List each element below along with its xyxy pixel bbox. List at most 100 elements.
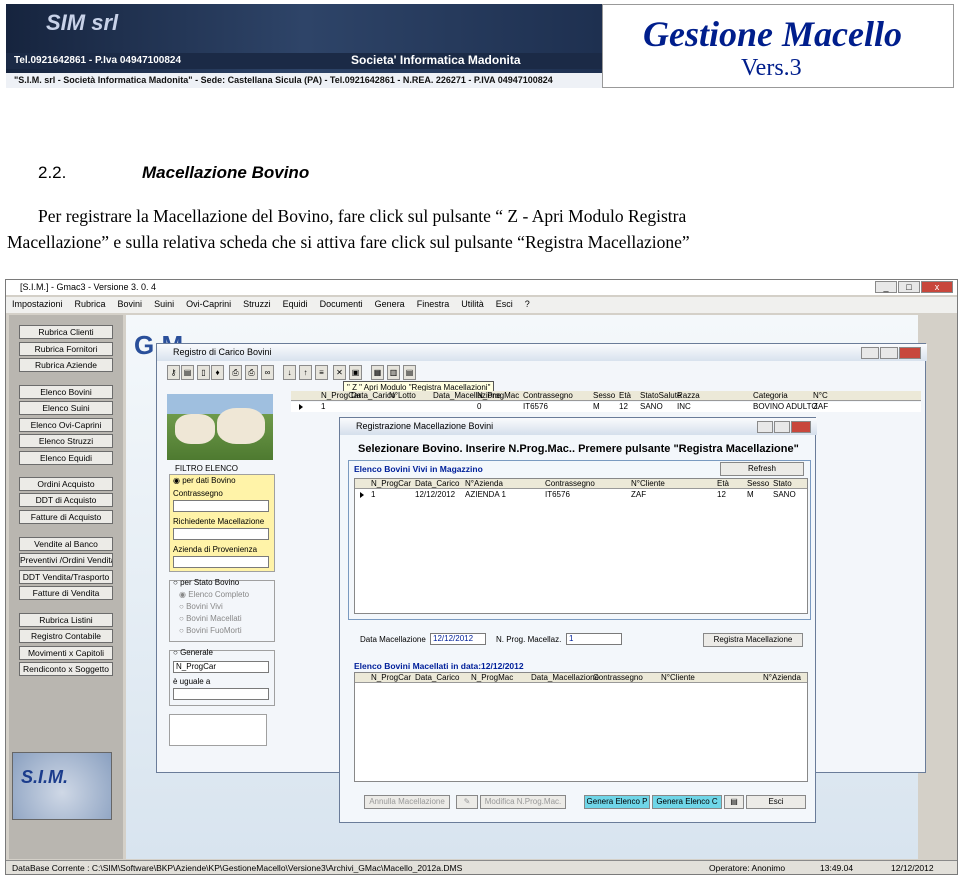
close-button[interactable]: x (921, 281, 953, 293)
column-header[interactable]: N°Cliente (631, 479, 665, 488)
sidebar-button[interactable]: Rubrica Listini (19, 613, 113, 627)
column-header[interactable]: Età (717, 479, 729, 488)
contrassegno-select[interactable] (173, 500, 269, 512)
menu-item[interactable]: Bovini (118, 299, 143, 311)
key-icon[interactable]: ⚷ (167, 365, 180, 380)
edit-icon[interactable]: ✎ (456, 795, 478, 809)
vivi-row[interactable]: 1 12/12/2012 AZIENDA 1 IT6576 ZAF 12 M SANO (355, 490, 807, 500)
richiedente-select[interactable] (173, 528, 269, 540)
generale-radio[interactable]: ○ Generale (173, 648, 213, 657)
column-header[interactable]: N°C (813, 391, 828, 400)
registro-close-button[interactable] (899, 347, 921, 359)
uguale-input[interactable] (173, 688, 269, 700)
sidebar-button[interactable]: Rubrica Aziende (19, 358, 113, 372)
refresh-button[interactable]: Refresh (720, 462, 804, 476)
column-header[interactable]: Età (619, 391, 631, 400)
filter-by-stato-radio[interactable]: ○ per Stato Bovino (173, 578, 239, 587)
column-header[interactable]: N_ProgCar (371, 479, 411, 488)
azienda-select[interactable] (173, 556, 269, 568)
column-header[interactable]: Data_Macellazione (531, 673, 599, 682)
filter-by-data-radio[interactable]: ◉ per dati Bovino (173, 476, 236, 485)
menu-item[interactable]: Equidi (283, 299, 308, 311)
table-icon[interactable]: ▤ (403, 365, 416, 380)
list-icon[interactable]: ≡ (315, 365, 328, 380)
stato-option[interactable]: ○ Bovini FuoMorti (179, 626, 242, 635)
sidebar-button[interactable]: Ordini Acquisto (19, 477, 113, 491)
genera-elenco-c-button[interactable]: Genera Elenco C (652, 795, 722, 809)
column-header[interactable]: N_ProgCar (371, 673, 411, 682)
binoculars-icon[interactable]: ∞ (261, 365, 274, 380)
menu-item[interactable]: Suini (154, 299, 174, 311)
sidebar-button[interactable]: Rubrica Fornitori (19, 342, 113, 356)
stato-option[interactable]: ○ Bovini Vivi (179, 602, 223, 611)
column-header[interactable]: N_ProgMac (477, 391, 519, 400)
data-macellazione-input[interactable]: 12/12/2012 (430, 633, 486, 645)
print-icon[interactable]: ▤ (181, 365, 194, 380)
print-icon[interactable]: ▤ (724, 795, 744, 809)
modifica-prog-button[interactable]: Modifica N.Prog.Mac. (480, 795, 566, 809)
column-header[interactable]: Data_Carico (415, 479, 459, 488)
column-header[interactable]: Sesso (593, 391, 615, 400)
menu-item[interactable]: Impostazioni (12, 299, 63, 311)
column-header[interactable]: Contrassegno (545, 479, 595, 488)
menu-item[interactable]: Utilità (461, 299, 484, 311)
sidebar-button[interactable]: DDT di Acquisto (19, 493, 113, 507)
minimize-button[interactable]: _ (875, 281, 897, 293)
genera-elenco-p-button[interactable]: Genera Elenco P (584, 795, 650, 809)
prog-macellaz-input[interactable]: 1 (566, 633, 622, 645)
close-icon[interactable]: ✕ (333, 365, 346, 380)
sidebar-button[interactable]: Elenco Struzzi (19, 434, 113, 448)
menu-item[interactable]: Documenti (320, 299, 363, 311)
column-header[interactable]: Categoria (753, 391, 788, 400)
column-header[interactable]: N°Azienda (465, 479, 503, 488)
sidebar-button[interactable]: Fatture di Acquisto (19, 510, 113, 524)
sidebar-button[interactable]: Elenco Ovi-Caprini (19, 418, 113, 432)
stato-option[interactable]: ○ Bovini Macellati (179, 614, 242, 623)
menu-item[interactable]: Ovi-Caprini (186, 299, 231, 311)
sidebar-button[interactable]: Rubrica Clienti (19, 325, 113, 339)
window-icon[interactable]: ▣ (349, 365, 362, 380)
menu-item[interactable]: ? (525, 299, 530, 311)
dialog-maximize-button[interactable] (774, 421, 790, 433)
column-header[interactable]: Contrassegno (593, 673, 643, 682)
menu-item[interactable]: Finestra (417, 299, 450, 311)
annulla-macellazione-button[interactable]: Annulla Macellazione (364, 795, 450, 809)
menu-item[interactable]: Struzzi (243, 299, 271, 311)
stamp-icon[interactable]: ♦ (211, 365, 224, 380)
sidebar-button[interactable]: Preventivi /Ordini Vendita (19, 553, 113, 567)
menu-item[interactable]: Rubrica (75, 299, 106, 311)
sidebar-button[interactable]: Elenco Equidi (19, 451, 113, 465)
printer-icon[interactable]: ⎙ (245, 365, 258, 380)
carico-grid-row[interactable]: 1 0 IT6576 M 12 SANO INC BOVINO ADULTO ZAF (291, 402, 921, 412)
page-icon[interactable]: ▯ (197, 365, 210, 380)
registro-maximize-button[interactable] (880, 347, 898, 359)
campo-select[interactable]: N_ProgCar (173, 661, 269, 673)
column-header[interactable]: Sesso (747, 479, 769, 488)
printer-icon[interactable]: ⎙ (229, 365, 242, 380)
column-header[interactable]: Razza (677, 391, 700, 400)
sidebar-button[interactable]: Vendite al Banco (19, 537, 113, 551)
sort-asc-icon[interactable]: ↓ (283, 365, 296, 380)
column-header[interactable]: N°Cliente (661, 673, 695, 682)
dialog-close-button[interactable] (791, 421, 811, 433)
sidebar-button[interactable]: Registro Contabile (19, 629, 113, 643)
registra-macellazione-button[interactable]: Registra Macellazione (703, 633, 803, 647)
column-header[interactable]: N°Azienda (763, 673, 801, 682)
sidebar-button[interactable]: Rendiconto x Soggetto (19, 662, 113, 676)
sidebar-button[interactable]: Movimenti x Capitoli (19, 646, 113, 660)
esci-button[interactable]: Esci (746, 795, 806, 809)
sidebar-button[interactable]: Elenco Bovini (19, 385, 113, 399)
dialog-minimize-button[interactable] (757, 421, 773, 433)
report-icon[interactable]: ▦ (371, 365, 384, 380)
maximize-button[interactable]: □ (898, 281, 920, 293)
sort-icon[interactable]: ↑ (299, 365, 312, 380)
column-header[interactable]: Data_Carico (415, 673, 459, 682)
registro-minimize-button[interactable] (861, 347, 879, 359)
sidebar-button[interactable]: Elenco Suini (19, 401, 113, 415)
column-header[interactable]: N°Lotto (389, 391, 416, 400)
column-header[interactable]: N_ProgMac (471, 673, 513, 682)
column-header[interactable]: Stato (773, 479, 792, 488)
column-header[interactable]: StatoSalute (640, 391, 681, 400)
stato-option[interactable]: ◉ Elenco Completo (179, 590, 249, 599)
sidebar-button[interactable]: DDT Vendita/Trasporto (19, 570, 113, 584)
